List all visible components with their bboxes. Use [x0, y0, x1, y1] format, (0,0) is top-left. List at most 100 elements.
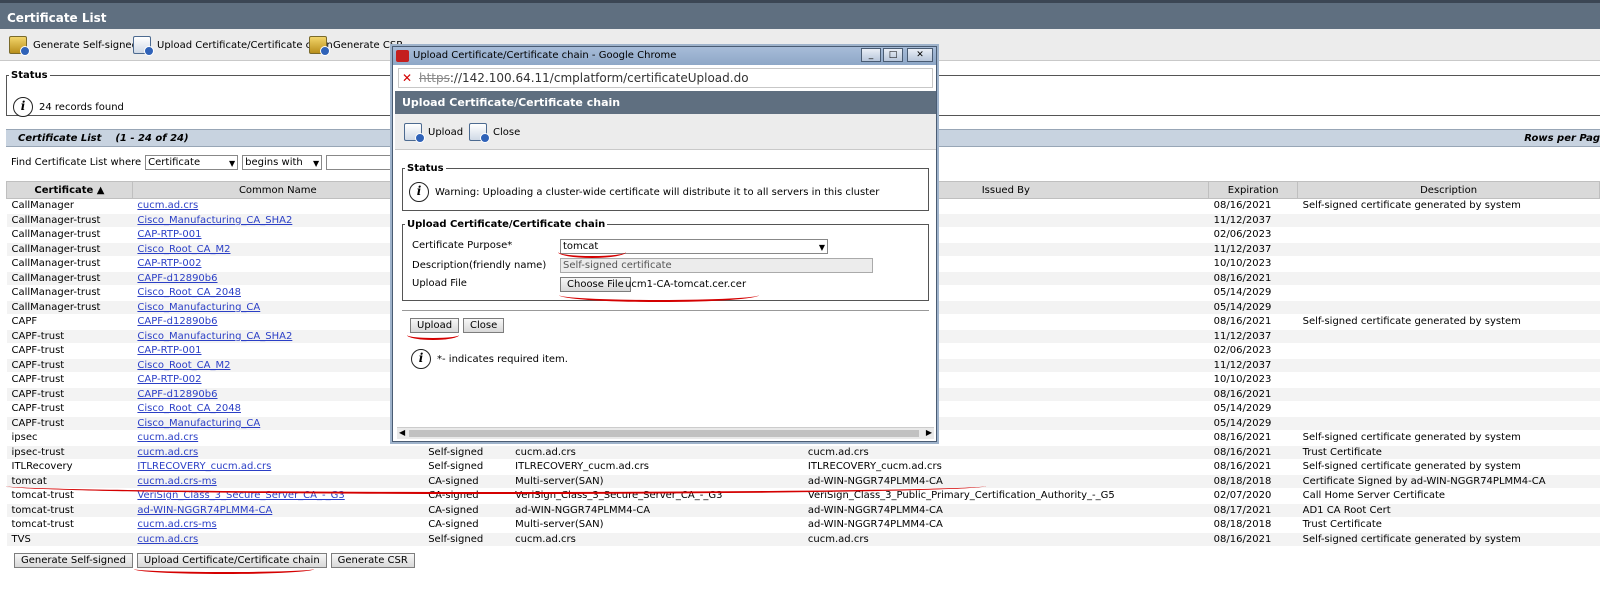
table-cell: Multi-server(SAN)	[510, 517, 803, 533]
table-cell	[1297, 285, 1600, 301]
table-cell: 11/12/2037	[1208, 242, 1298, 257]
info-icon: i	[13, 97, 33, 117]
column-header-common-name[interactable]: Common Name	[131, 181, 424, 199]
find-label: Find Certificate List where	[11, 157, 142, 168]
common-name-link[interactable]: CAP-RTP-002	[132, 372, 424, 388]
common-name-link[interactable]: CAP-RTP-001	[132, 227, 424, 243]
popup-horizontal-scrollbar[interactable]: ◀ ▶	[397, 427, 934, 439]
table-cell: CAPF-trust	[6, 329, 133, 344]
table-cell: 08/16/2021	[1208, 271, 1298, 286]
upload-certificate-popup[interactable]: Upload Certificate/Certificate chain - G…	[392, 46, 937, 442]
popup-address-bar[interactable]: ✕ https://142.100.64.11/cmplatform/certi…	[398, 68, 933, 88]
common-name-link[interactable]: CAPF-d12890b6	[132, 314, 424, 330]
close-window-icon[interactable]: ✕	[907, 48, 933, 62]
common-name-link[interactable]: ad-WIN-NGGR74PLMM4-CA	[132, 503, 424, 518]
url-scheme: https	[419, 71, 450, 85]
popup-window-title: Upload Certificate/Certificate chain - G…	[413, 50, 677, 61]
table-cell: ipsec-trust	[6, 445, 133, 460]
table-cell: 08/16/2021	[1208, 198, 1298, 214]
table-cell: 08/16/2021	[1208, 314, 1298, 330]
table-cell	[1297, 329, 1600, 344]
table-cell: CAPF-trust	[6, 343, 133, 359]
generate-self-signed-button[interactable]: Generate Self-signed	[14, 553, 133, 568]
table-cell: 08/16/2021	[1208, 387, 1298, 402]
common-name-link[interactable]: cucm.ad.crs	[132, 532, 424, 547]
table-cell: Self-signed	[423, 459, 511, 475]
popup-status-section: Status i Warning: Uploading a cluster-wi…	[402, 163, 929, 211]
minimize-icon[interactable]: _	[861, 48, 881, 62]
common-name-link[interactable]: Cisco_Root_CA_2048	[132, 285, 424, 301]
popup-upload-toolbar-button[interactable]: Upload	[404, 122, 464, 143]
find-operator-select[interactable]: begins with	[242, 155, 323, 170]
column-header-expiration[interactable]: Expiration	[1208, 181, 1299, 199]
table-cell: 10/10/2023	[1208, 372, 1298, 388]
column-header-description[interactable]: Description	[1297, 181, 1600, 199]
table-cell: Self-signed	[423, 445, 511, 460]
table-cell: ITLRECOVERY_cucm.ad.crs	[802, 459, 1209, 475]
common-name-link[interactable]: CAPF-d12890b6	[132, 271, 424, 286]
generate-csr-button[interactable]: Generate CSR	[330, 553, 415, 568]
scroll-left-icon[interactable]: ◀	[399, 428, 405, 437]
list-title: Certificate List	[18, 133, 102, 144]
upload-document-icon	[133, 36, 154, 56]
scrollbar-thumb[interactable]	[409, 430, 919, 437]
table-cell: 08/16/2021	[1208, 532, 1298, 547]
table-cell: CallManager-trust	[6, 227, 133, 243]
common-name-link[interactable]: CAP-RTP-001	[132, 343, 424, 359]
common-name-link[interactable]: Cisco_Manufacturing_CA_SHA2	[132, 329, 424, 344]
table-cell: CAPF-trust	[6, 416, 133, 431]
common-name-link[interactable]: CAP-RTP-002	[132, 256, 424, 272]
status-message: 24 records found	[39, 101, 124, 113]
common-name-link[interactable]: cucm.ad.crs-ms	[132, 517, 424, 533]
table-cell: CAPF	[6, 314, 133, 330]
common-name-link[interactable]: Cisco_Root_CA_M2	[132, 242, 424, 257]
table-cell: Certificate Signed by ad-WIN-NGGR74PLMM4…	[1297, 474, 1600, 489]
close-document-icon	[469, 123, 490, 143]
upload-chain-toolbar-button[interactable]: Upload Certificate/Certificate chain	[133, 35, 333, 56]
column-header-certificate[interactable]: Certificate ▲	[6, 181, 133, 199]
table-row: ipsec-trust cucm.ad.crs Self-signed cucm.ad…	[6, 445, 1600, 460]
table-cell: ad-WIN-NGGR74PLMM4-CA	[802, 517, 1209, 533]
popup-title-bar[interactable]: Upload Certificate/Certificate chain - G…	[393, 47, 936, 65]
table-cell: 08/16/2021	[1208, 445, 1298, 460]
table-cell	[1297, 271, 1600, 286]
common-name-link[interactable]: cucm.ad.crs	[132, 430, 424, 446]
table-cell	[1297, 416, 1600, 431]
table-cell: Call Home Server Certificate	[1297, 488, 1600, 504]
common-name-link[interactable]: Cisco_Manufacturing_CA	[132, 300, 424, 315]
url-path: ://142.100.64.11/cmplatform/certificateU…	[449, 71, 749, 85]
maximize-icon[interactable]: □	[883, 48, 903, 62]
certificate-icon	[9, 36, 30, 56]
table-cell: 11/12/2037	[1208, 358, 1298, 373]
popup-toolbar: Upload Close	[395, 114, 936, 150]
table-cell: cucm.ad.crs	[510, 445, 803, 460]
common-name-link[interactable]: cucm.ad.crs	[132, 198, 424, 214]
popup-warning-text: Warning: Uploading a cluster-wide certif…	[435, 186, 880, 198]
table-cell	[1297, 401, 1600, 417]
table-cell	[1297, 256, 1600, 272]
description-input[interactable]: Self-signed certificate	[560, 258, 873, 273]
table-cell	[1297, 300, 1600, 315]
scroll-right-icon[interactable]: ▶	[926, 428, 932, 437]
common-name-link[interactable]: CAPF-d12890b6	[132, 387, 424, 402]
common-name-link[interactable]: Cisco_Manufacturing_CA_SHA2	[132, 213, 424, 228]
table-cell: 05/14/2029	[1208, 401, 1298, 417]
annotation-underline-tomcat-row	[6, 478, 986, 494]
annotation-underline-upload	[407, 330, 459, 340]
table-cell: 08/16/2021	[1208, 430, 1298, 446]
common-name-link[interactable]: cucm.ad.crs	[132, 445, 424, 460]
common-name-link[interactable]: Cisco_Root_CA_M2	[132, 358, 424, 373]
generate-self-signed-toolbar-button[interactable]: Generate Self-signed	[9, 35, 138, 56]
common-name-link[interactable]: Cisco_Root_CA_2048	[132, 401, 424, 417]
popup-close-toolbar-button[interactable]: Close	[469, 122, 520, 143]
common-name-link[interactable]: ITLRECOVERY_cucm.ad.crs	[132, 459, 424, 475]
table-cell: 08/17/2021	[1208, 503, 1298, 518]
find-bar: Find Certificate List where Certificate …	[11, 155, 407, 170]
table-cell: 05/14/2029	[1208, 416, 1298, 431]
common-name-link[interactable]: Cisco_Manufacturing_CA	[132, 416, 424, 431]
table-cell: ad-WIN-NGGR74PLMM4-CA	[802, 503, 1209, 518]
popup-upload-toolbar-label: Upload	[428, 126, 464, 138]
find-field-select[interactable]: Certificate	[145, 155, 239, 170]
popup-close-button[interactable]: Close	[463, 318, 505, 333]
generate-csr-toolbar-button[interactable]: Generate CSR	[309, 35, 403, 56]
